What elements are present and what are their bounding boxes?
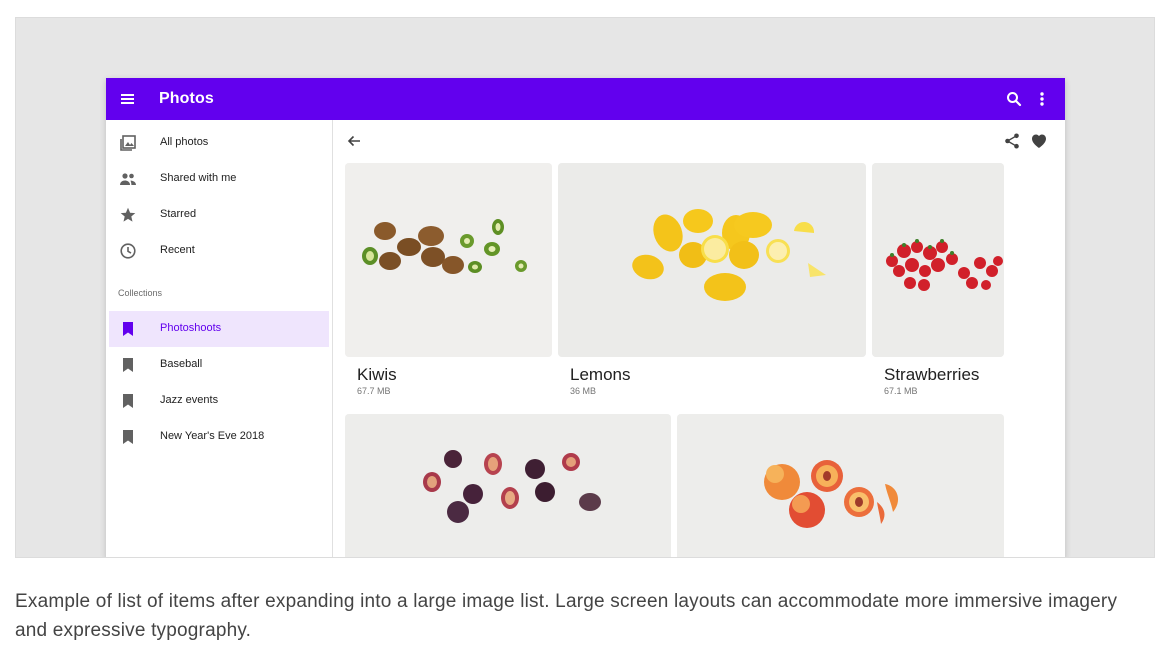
card-title: Strawberries <box>884 365 980 384</box>
photo-library-icon <box>119 134 137 152</box>
drawer-item-label: New Year's Eve 2018 <box>160 430 265 442</box>
image-card-kiwis[interactable] <box>345 163 552 357</box>
clock-icon <box>119 242 137 260</box>
card-title: Kiwis <box>357 365 397 384</box>
photos-app-window: Photos All photos Shared with me Starred… <box>106 78 1065 557</box>
drawer-item-label: Recent <box>160 244 195 256</box>
heart-icon[interactable] <box>1030 132 1048 150</box>
kiwis-photo <box>345 163 552 357</box>
bookmark-icon <box>119 320 137 338</box>
people-icon <box>119 170 137 188</box>
drawer-item-recent[interactable]: Recent <box>109 233 329 269</box>
card-caption: Kiwis 67.7 MB <box>357 365 397 396</box>
drawer-item-label: Shared with me <box>160 172 237 184</box>
drawer-item-all-photos[interactable]: All photos <box>109 125 329 161</box>
collections-subheader: Collections <box>118 288 163 298</box>
screenshot-frame: Photos All photos Shared with me Starred… <box>15 17 1155 558</box>
drawer-item-shared[interactable]: Shared with me <box>109 161 329 197</box>
drawer-item-label: Jazz events <box>160 394 219 406</box>
drawer-item-label: Baseball <box>160 358 203 370</box>
more-vert-icon[interactable] <box>1032 89 1052 109</box>
search-icon[interactable] <box>1004 89 1024 109</box>
image-card-strawberries[interactable] <box>872 163 1004 357</box>
strawberries-photo <box>872 163 1004 357</box>
arrow-back-icon[interactable] <box>345 132 363 150</box>
drawer-item-baseball[interactable]: Baseball <box>109 347 329 383</box>
drawer-item-label: Photoshoots <box>160 322 222 334</box>
drawer-item-starred[interactable]: Starred <box>109 197 329 233</box>
figs-photo <box>345 414 671 557</box>
star-icon <box>119 206 137 224</box>
card-caption: Lemons 36 MB <box>570 365 630 396</box>
menu-icon[interactable] <box>118 89 138 109</box>
share-icon[interactable] <box>1003 132 1021 150</box>
bookmark-icon <box>119 356 137 374</box>
bookmark-icon <box>119 392 137 410</box>
app-title: Photos <box>159 90 214 107</box>
drawer-item-photoshoots[interactable]: Photoshoots <box>109 311 329 347</box>
card-title: Lemons <box>570 365 631 384</box>
bookmark-icon <box>119 428 137 446</box>
card-file-size: 36 MB <box>570 386 597 396</box>
peaches-photo <box>677 414 1004 557</box>
image-card-peaches[interactable] <box>677 414 1004 557</box>
drawer-item-label: Starred <box>160 208 197 220</box>
card-file-size: 67.1 MB <box>884 386 918 396</box>
lemons-photo <box>558 163 866 357</box>
image-list-content: Kiwis 67.7 MB Lemons 36 MB Strawberries … <box>333 120 1065 557</box>
image-card-lemons[interactable] <box>558 163 866 357</box>
card-caption: Strawberries 67.1 MB <box>884 365 979 396</box>
drawer-item-new-years-eve[interactable]: New Year's Eve 2018 <box>109 419 329 455</box>
drawer-item-label: All photos <box>160 136 209 148</box>
top-app-bar: Photos <box>106 78 1065 120</box>
navigation-drawer: All photos Shared with me Starred Recent <box>106 120 333 557</box>
drawer-item-jazz-events[interactable]: Jazz events <box>109 383 329 419</box>
figure-caption: Example of list of items after expanding… <box>15 591 1118 641</box>
image-card-figs[interactable] <box>345 414 671 557</box>
card-file-size: 67.7 MB <box>357 386 391 396</box>
